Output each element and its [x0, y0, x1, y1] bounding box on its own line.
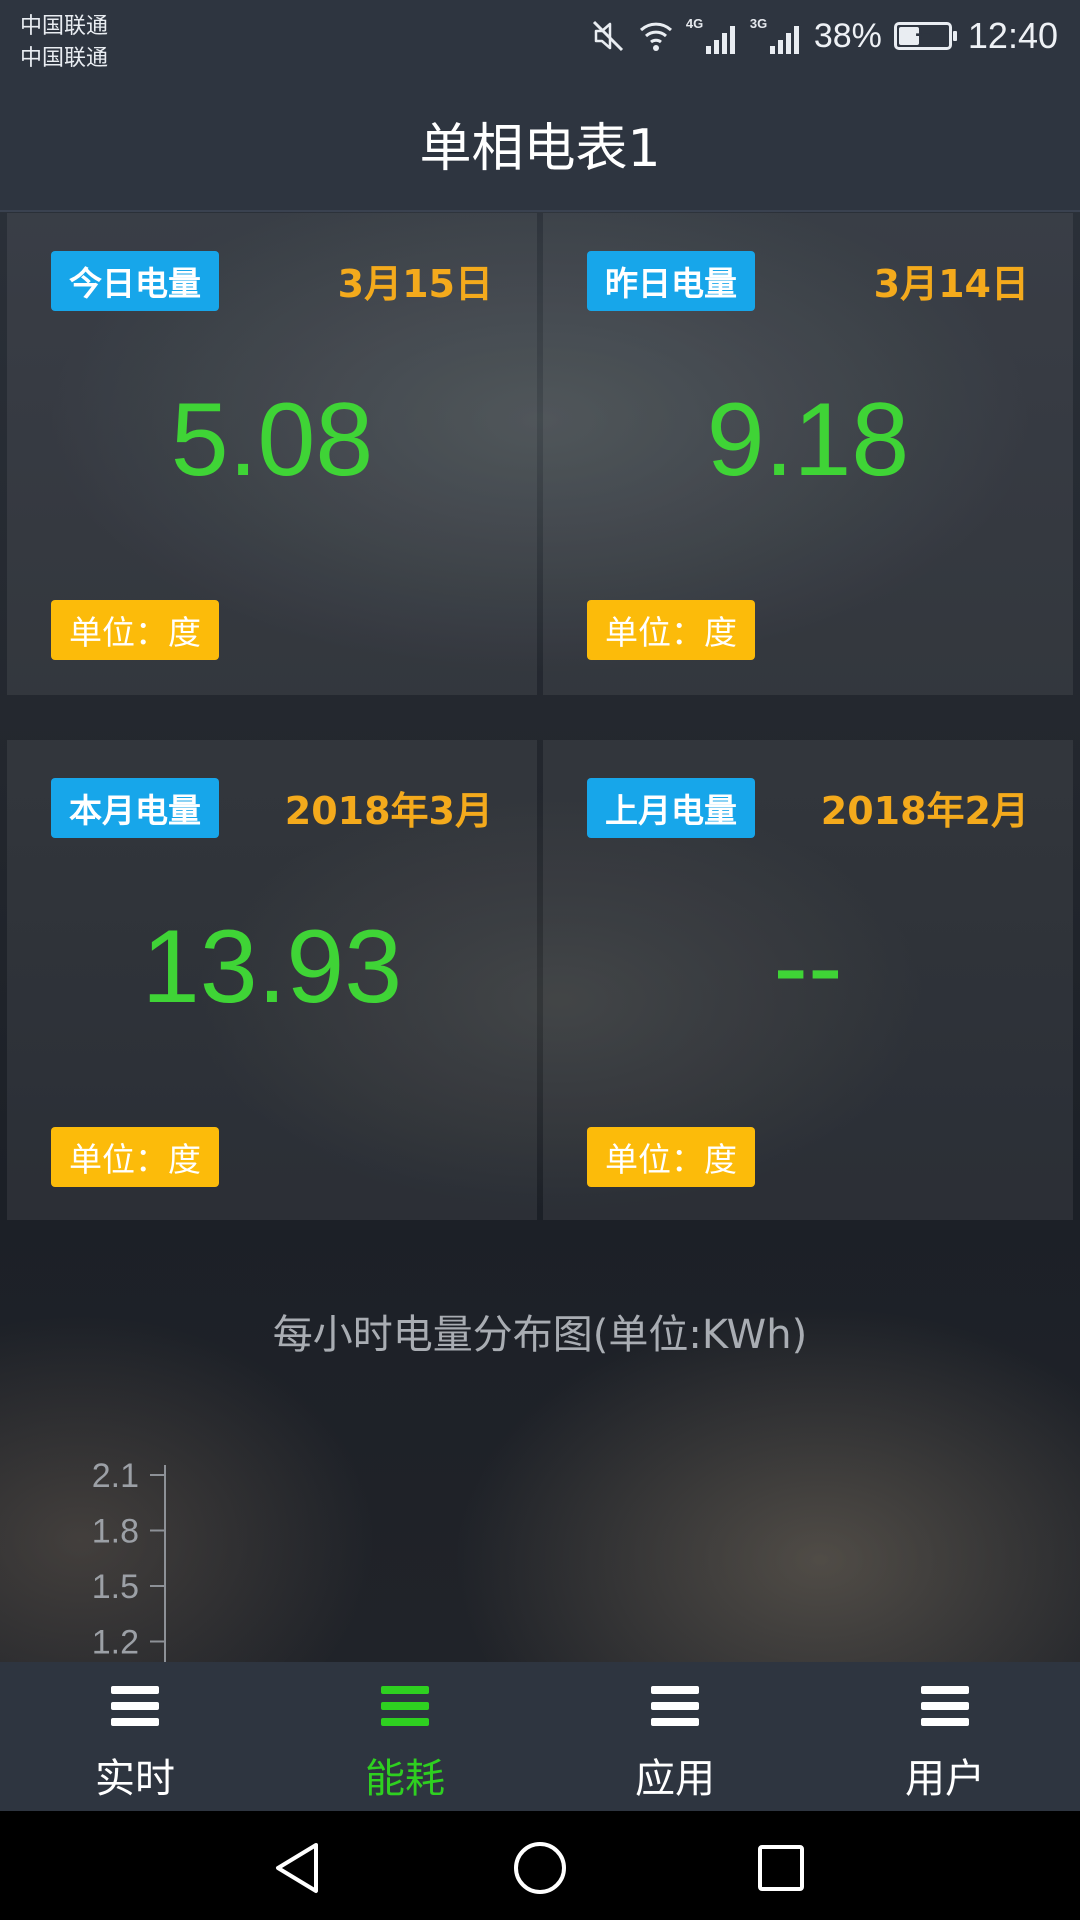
mute-icon [592, 20, 623, 52]
nav-label: 能耗 [365, 1756, 445, 1802]
signal-4g: 4G [686, 16, 738, 56]
chart-title: 每小时电量分布图(单位:KWh) [272, 1312, 808, 1358]
unit-badge: 单位：度 [51, 1127, 219, 1187]
network-type-4g: 4G [685, 16, 704, 31]
carrier-label-2: 中国联通 [20, 45, 109, 70]
card-value: 13.93 [141, 909, 403, 1025]
card-label: 今日电量 [51, 251, 219, 311]
nav-label: 用户 [905, 1756, 985, 1802]
card-last-month-energy[interactable]: 上月电量 2018年2月 -- 单位：度 [543, 740, 1073, 1220]
card-label: 本月电量 [51, 778, 219, 838]
card-date: 2018年2月 [820, 789, 1029, 833]
chart-y-tick-label: 2.1 [92, 1457, 139, 1495]
card-label: 上月电量 [587, 778, 755, 838]
card-value: 9.18 [706, 382, 910, 498]
card-today-energy[interactable]: 今日电量 3月15日 5.08 单位：度 [7, 213, 537, 695]
unit-badge: 单位：度 [51, 600, 219, 660]
card-date: 3月14日 [873, 262, 1029, 306]
chart-y-tick-label: 1.8 [92, 1513, 139, 1551]
unit-badge: 单位：度 [587, 600, 755, 660]
card-this-month-energy[interactable]: 本月电量 2018年3月 13.93 单位：度 [7, 740, 537, 1220]
system-nav-bar [0, 1811, 1080, 1920]
home-icon[interactable] [512, 1840, 568, 1896]
menu-icon [651, 1686, 699, 1726]
wifi-icon [639, 22, 672, 51]
network-type-3g: 3G [749, 16, 768, 31]
app-header: 单相电表1 [0, 72, 1080, 212]
hourly-energy-chart: 2.1 1.8 1.5 1.2 [92, 1457, 166, 1662]
card-value: 5.08 [170, 382, 374, 498]
card-value: -- [773, 909, 843, 1025]
card-date: 3月15日 [337, 262, 493, 306]
menu-icon [381, 1686, 429, 1726]
nav-label: 实时 [95, 1756, 175, 1802]
nav-item-user[interactable]: 用户 [810, 1662, 1080, 1811]
bottom-nav: 实时 能耗 应用 用户 [0, 1662, 1080, 1811]
signal-icon [705, 26, 735, 54]
nav-item-energy[interactable]: 能耗 [270, 1662, 540, 1811]
carrier-label-1: 中国联通 [20, 13, 109, 38]
card-label: 昨日电量 [587, 251, 755, 311]
card-yesterday-energy[interactable]: 昨日电量 3月14日 9.18 单位：度 [543, 213, 1073, 695]
nav-label: 应用 [635, 1756, 715, 1802]
nav-item-realtime[interactable]: 实时 [0, 1662, 270, 1811]
unit-badge: 单位：度 [587, 1127, 755, 1187]
chart-y-tick-label: 1.2 [92, 1624, 139, 1662]
card-date: 2018年3月 [284, 789, 493, 833]
page-title: 单相电表1 [419, 119, 661, 179]
battery-percent: 38% [813, 16, 882, 55]
back-icon[interactable] [272, 1841, 324, 1895]
nav-item-apps[interactable]: 应用 [540, 1662, 810, 1811]
status-bar: 中国联通 中国联通 4G 3G 38% + 12:40 [0, 0, 1080, 72]
signal-icon [769, 26, 799, 54]
clock: 12:40 [967, 15, 1058, 56]
status-icons: 4G 3G 38% + 12:40 [590, 12, 1058, 60]
recents-icon[interactable] [756, 1843, 806, 1893]
chart-y-tick-label: 1.5 [92, 1568, 139, 1606]
battery-charging-icon: + [893, 22, 957, 50]
menu-icon [111, 1686, 159, 1726]
signal-3g: 3G [750, 16, 802, 56]
menu-icon [921, 1686, 969, 1726]
